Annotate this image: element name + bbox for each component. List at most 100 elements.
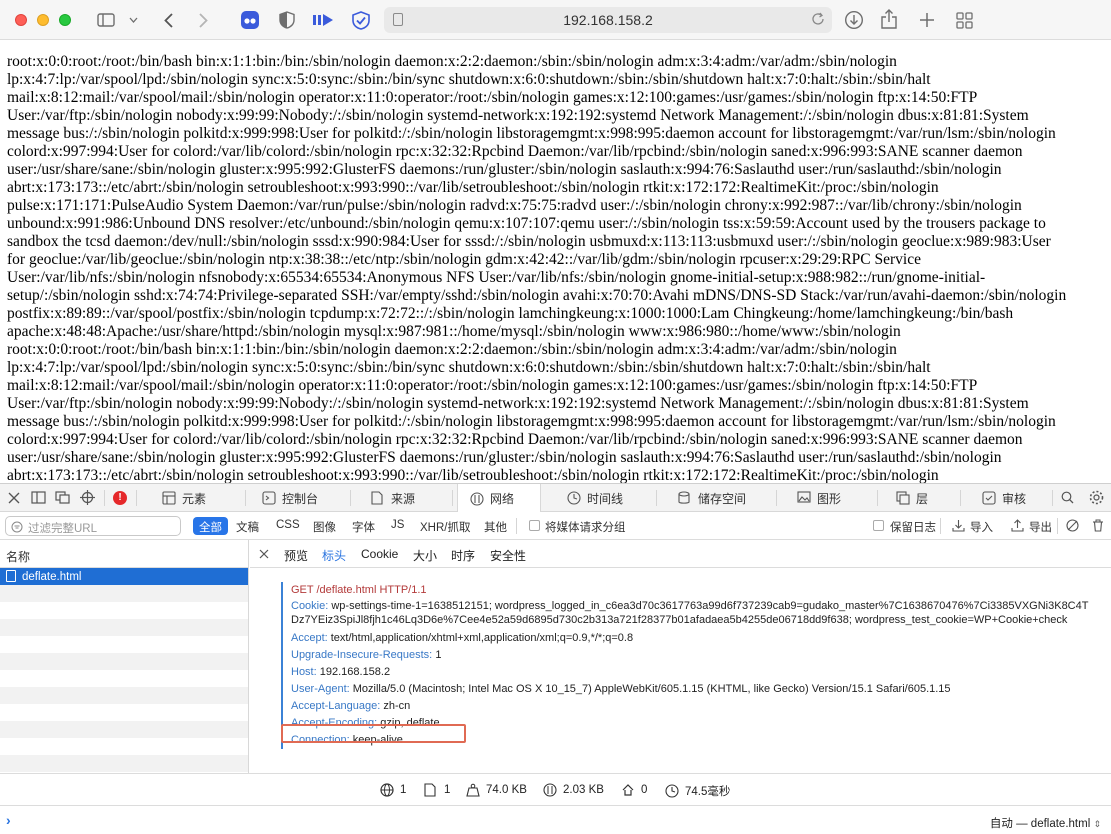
- filter-images[interactable]: 图像: [309, 517, 340, 535]
- text-line: apache:x:48:48:Apache:/usr/share/httpd:/…: [7, 323, 901, 340]
- undock-icon[interactable]: [55, 491, 71, 505]
- text-line: postfix:x:89:89::/var/spool/postfix:/sbi…: [7, 305, 1014, 322]
- filter-other[interactable]: 其他: [480, 517, 511, 535]
- text-line: for geoclue:/var/lib/geoclue:/sbin/nolog…: [7, 251, 921, 268]
- security-extension-icon[interactable]: [351, 10, 371, 30]
- text-line: abrt:x:173:173::/etc/abrt:/sbin/nologin …: [7, 467, 939, 483]
- minimize-window-button[interactable]: [37, 14, 49, 26]
- text-line: unbound:x:991:986:Unbound DNS resolver:/…: [7, 215, 1046, 232]
- reload-icon[interactable]: [811, 12, 825, 26]
- url-filter-input[interactable]: 过滤完整URL: [5, 516, 181, 536]
- filter-js[interactable]: JS: [387, 517, 408, 535]
- filter-documents[interactable]: 文稿: [232, 517, 263, 535]
- privacy-shield-icon[interactable]: [278, 10, 296, 30]
- detail-tab-bar: 预览 标头 Cookie 大小 时序 安全性: [250, 540, 1111, 568]
- text-line: pulse:x:171:171:PulseAudio System Daemon…: [7, 197, 1022, 214]
- tab-network[interactable]: 网络: [457, 484, 541, 513]
- preserve-log-checkbox[interactable]: [873, 520, 884, 531]
- new-tab-icon[interactable]: [917, 10, 937, 30]
- list-row-empty: [0, 704, 248, 721]
- tab-headers[interactable]: 标头: [322, 547, 346, 564]
- text-line: User:/var/lib/nfs:/sbin/nologin nfsnobod…: [7, 269, 986, 286]
- trash-icon[interactable]: [1092, 519, 1105, 532]
- tab-graphics[interactable]: 图形: [797, 484, 841, 512]
- close-icon[interactable]: [8, 491, 22, 505]
- text-line: User:/var/ftp:/sbin/nologin nobody:x:99:…: [7, 395, 1029, 412]
- import-icon[interactable]: [952, 519, 965, 532]
- list-row-empty: [0, 687, 248, 704]
- tab-cookies[interactable]: Cookie: [361, 547, 398, 561]
- gear-icon[interactable]: [1089, 490, 1105, 506]
- tab-security[interactable]: 安全性: [490, 547, 526, 564]
- tab-console[interactable]: 控制台: [262, 484, 318, 512]
- error-badge-icon[interactable]: !: [113, 491, 127, 505]
- filter-css[interactable]: CSS: [272, 517, 304, 535]
- execution-context-selector[interactable]: 自动 — deflate.html ⇕: [990, 815, 1101, 831]
- forward-icon[interactable]: [196, 11, 210, 29]
- tab-overview-icon[interactable]: [954, 10, 974, 30]
- dock-icon[interactable]: [31, 491, 47, 505]
- back-icon[interactable]: [161, 11, 175, 29]
- disable-cache-icon[interactable]: [1066, 519, 1079, 532]
- share-icon[interactable]: [879, 8, 899, 30]
- load-time: 74.5毫秒: [665, 783, 730, 799]
- console-prompt-row[interactable]: › 自动 — deflate.html ⇕: [0, 805, 1111, 834]
- filter-all[interactable]: 全部: [193, 517, 228, 535]
- search-icon[interactable]: [1061, 491, 1075, 505]
- tab-sizes[interactable]: 大小: [413, 547, 437, 564]
- list-row-empty: [0, 670, 248, 687]
- chevron-down-icon[interactable]: [127, 13, 139, 27]
- text-line: User:/var/ftp:/sbin/nologin nobody:x:99:…: [7, 107, 1029, 124]
- tab-timing[interactable]: 时序: [451, 547, 475, 564]
- request-line: GET /deflate.html HTTP/1.1: [291, 584, 427, 596]
- text-line: user:/usr/share/sane:/sbin/nologin glust…: [7, 161, 1002, 178]
- elements-icon: [162, 491, 176, 505]
- sidebar-toggle-icon[interactable]: [96, 11, 116, 29]
- text-line: mail:x:8:12:mail:/var/spool/mail:/sbin/n…: [7, 377, 978, 394]
- network-filter-bar: 过滤完整URL 全部 文稿 CSS 图像 字体 JS XHR/抓取 其他 将媒体…: [0, 512, 1111, 540]
- media-extension-icon[interactable]: [312, 11, 334, 29]
- import-button[interactable]: 导入: [966, 517, 997, 535]
- filter-fonts[interactable]: 字体: [348, 517, 379, 535]
- list-row-empty: [0, 721, 248, 738]
- web-inspector: ! 元素 控制台 来源 网络 时间线 储存空间 图形 层 审核 过滤完整URL …: [0, 483, 1111, 834]
- text-line: colord:x:997:994:User for colord:/var/li…: [7, 431, 1023, 448]
- text-line: setup/:/sbin/nologin sshd:x:74:74:Privil…: [7, 287, 1067, 304]
- export-button[interactable]: 导出: [1025, 517, 1056, 535]
- tab-preview[interactable]: 预览: [284, 547, 308, 564]
- tab-sources[interactable]: 来源: [371, 484, 415, 512]
- text-line: message bus:/:/sbin/nologin polkitd:x:99…: [7, 125, 1056, 142]
- close-detail-icon[interactable]: [259, 548, 270, 559]
- list-row-empty: [0, 636, 248, 653]
- text-line: lp:x:4:7:lp:/var/spool/lpd:/sbin/nologin…: [7, 71, 931, 88]
- address-bar[interactable]: 192.168.158.2: [384, 7, 832, 33]
- element-picker-icon[interactable]: [80, 490, 96, 506]
- tab-audit[interactable]: 审核: [982, 484, 1026, 512]
- list-row-empty: [0, 602, 248, 619]
- downloads-icon[interactable]: [843, 9, 865, 31]
- tab-storage[interactable]: 储存空间: [678, 484, 746, 512]
- tab-timelines[interactable]: 时间线: [567, 484, 623, 512]
- close-window-button[interactable]: [15, 14, 27, 26]
- layers-icon: [896, 491, 910, 505]
- text-line: root:x:0:0:root:/root:/bin/bash bin:x:1:…: [7, 53, 897, 70]
- zoom-window-button[interactable]: [59, 14, 71, 26]
- url-filter-placeholder: 过滤完整URL: [28, 523, 98, 535]
- header-row: Host: 192.168.158.2: [291, 664, 1096, 681]
- extension-icon[interactable]: [240, 10, 260, 30]
- name-column-header[interactable]: 名称: [0, 540, 248, 568]
- export-icon[interactable]: [1011, 519, 1024, 532]
- passwd-text: root:x:0:0:root:/root:/bin/bash bin:x:1:…: [7, 53, 1105, 483]
- tab-elements[interactable]: 元素: [162, 484, 206, 512]
- tab-layers[interactable]: 层: [896, 484, 928, 512]
- filter-xhr-fetch[interactable]: XHR/抓取: [416, 517, 474, 535]
- request-list: 名称 deflate.html: [0, 540, 249, 773]
- resources-count: 1: [424, 783, 450, 797]
- header-row: Cookie: wp-settings-time-1=1638512151; w…: [291, 599, 1096, 627]
- header-key: Accept-Language:: [291, 700, 381, 712]
- text-line: sandbox the tcsd daemon:/dev/null:/sbin/…: [7, 233, 1051, 250]
- request-row-deflate[interactable]: deflate.html: [0, 568, 248, 585]
- group-media-checkbox[interactable]: [529, 520, 540, 531]
- header-value: Mozilla/5.0 (Macintosh; Intel Mac OS X 1…: [352, 683, 951, 695]
- list-row-empty: [0, 585, 248, 602]
